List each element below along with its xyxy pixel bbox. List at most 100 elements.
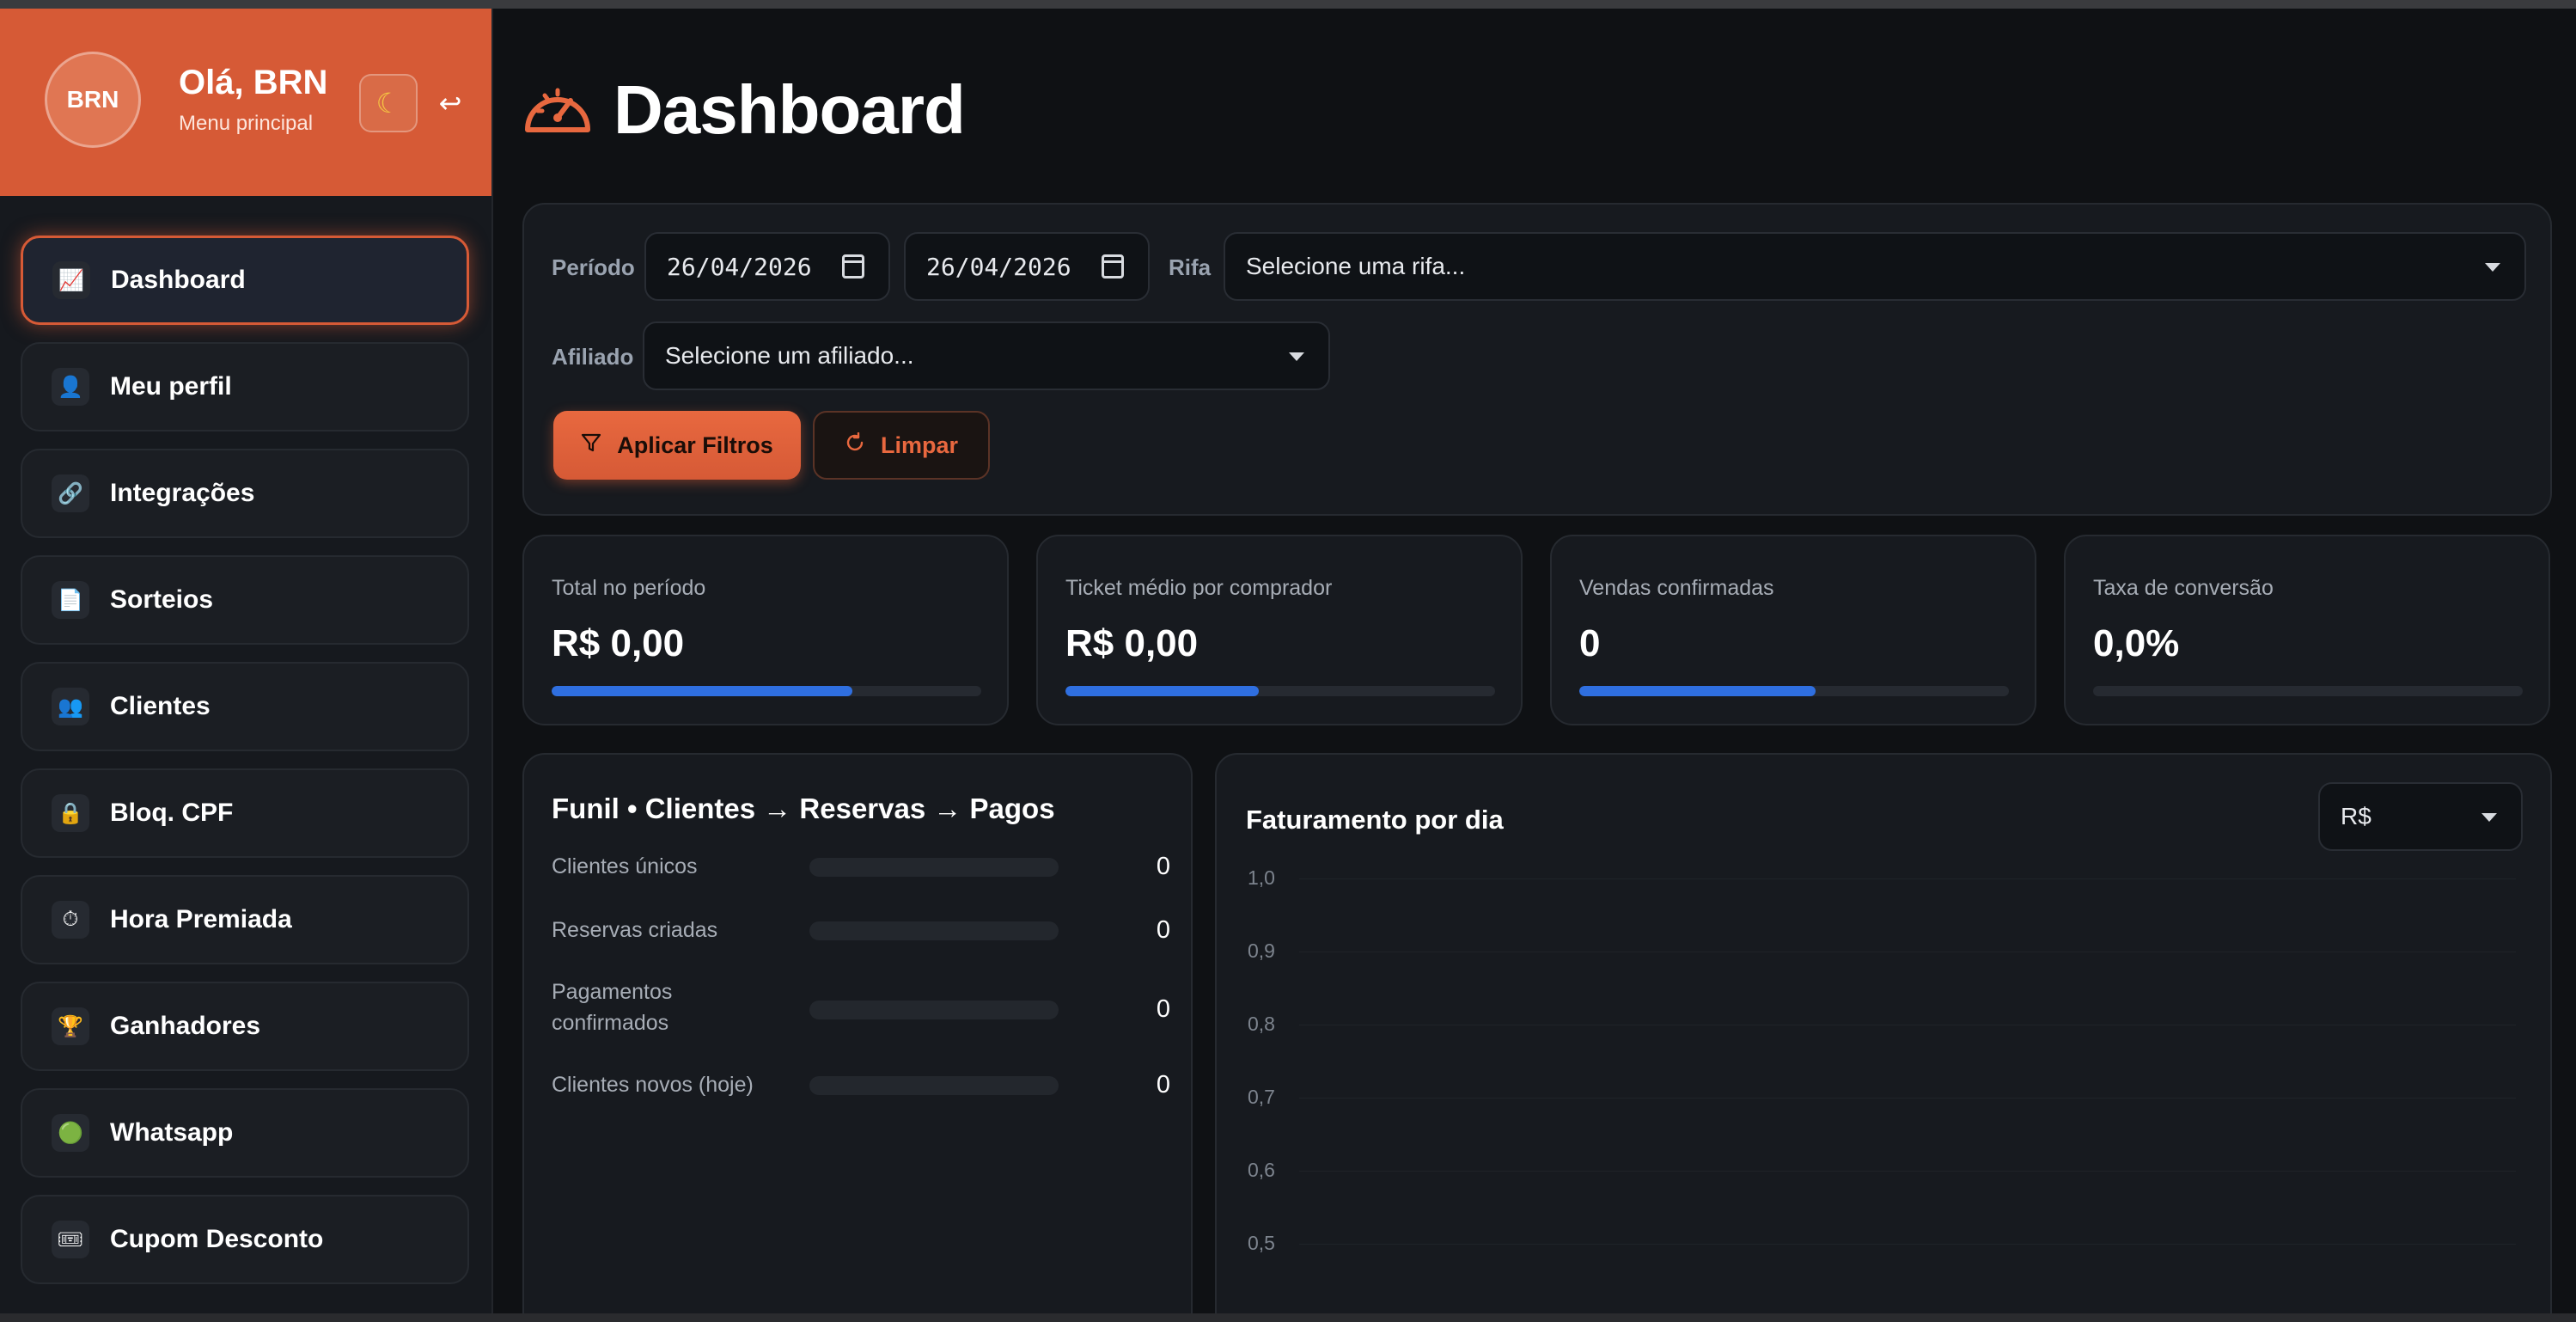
- sidebar-item-label: Meu perfil: [110, 372, 232, 401]
- sidebar-item-label: Dashboard: [111, 266, 246, 294]
- filters-card: Período 26/04/2026 26/04/2026 Rifa Selec…: [522, 203, 2552, 516]
- sidebar-item-label: Ganhadores: [110, 1012, 261, 1040]
- link-icon: 🔗: [52, 474, 89, 512]
- stat-progress-bar: [2093, 686, 2523, 696]
- funnel-row-value: 0: [1156, 853, 1170, 880]
- trophy-icon: 🏆: [52, 1007, 89, 1045]
- sidebar-item-whatsapp[interactable]: 🟢 Whatsapp: [21, 1088, 469, 1178]
- period-label: Período: [552, 254, 635, 280]
- raffle-label: Rifa: [1169, 254, 1212, 280]
- stat-card-ticket: Ticket médio por comprador R$ 0,00: [1036, 535, 1523, 725]
- stat-value: R$ 0,00: [1065, 622, 1199, 664]
- return-arrow-icon: ↩: [438, 88, 462, 119]
- funnel-row-label: Pagamentos confirmados: [552, 980, 673, 1035]
- affiliate-select-placeholder: Selecione um afiliado...: [665, 342, 914, 369]
- date-start-input[interactable]: 26/04/2026: [644, 232, 890, 301]
- funnel-row-label: Clientes novos (hoje): [552, 1073, 754, 1097]
- stat-label: Taxa de conversão: [2093, 576, 2274, 600]
- clear-filters-label: Limpar: [880, 431, 959, 458]
- date-end-input[interactable]: 26/04/2026: [904, 232, 1150, 301]
- raffle-select[interactable]: Selecione uma rifa...: [1224, 232, 2526, 301]
- gridline: [1299, 1098, 2516, 1099]
- stat-progress-bar: [1065, 686, 1495, 696]
- sidebar-item-meu-perfil[interactable]: 👤 Meu perfil: [21, 342, 469, 431]
- funnel-row: Reservas criadas 0: [552, 915, 1170, 946]
- sidebar-item-label: Sorteios: [110, 585, 214, 614]
- chevron-down-icon: [2485, 263, 2500, 272]
- gridline: [1299, 1171, 2516, 1172]
- funnel-row: Pagamentos confirmados 0: [552, 976, 1170, 1042]
- y-tick-label: 0,7: [1248, 1086, 1275, 1108]
- stat-value: 0: [1579, 622, 1601, 664]
- green-circle-icon: 🟢: [52, 1114, 89, 1152]
- sidebar-item-label: Hora Premiada: [110, 905, 292, 933]
- funnel-row: Clientes únicos 0: [552, 851, 1170, 882]
- funnel-card: Funil • Clientes → Reservas → Pagos Clie…: [522, 753, 1193, 1313]
- y-tick-label: 1,0: [1248, 866, 1275, 889]
- theme-toggle-button[interactable]: ☾: [359, 74, 418, 132]
- main-content: Dashboard Período 26/04/2026 26/04/2026 …: [495, 9, 2576, 1313]
- sidebar-item-sorteios[interactable]: 📄 Sorteios: [21, 555, 469, 645]
- funnel-row-bar: [809, 1001, 1059, 1019]
- funnel-row-bar: [809, 921, 1059, 940]
- funnel-icon: [581, 432, 601, 459]
- stat-label: Ticket médio por comprador: [1065, 576, 1333, 600]
- stat-label: Vendas confirmadas: [1579, 576, 1774, 600]
- stat-card-conversion: Taxa de conversão 0,0%: [2064, 535, 2550, 725]
- sidebar-item-dashboard[interactable]: 📈 Dashboard: [21, 236, 469, 325]
- logout-button[interactable]: ↩: [430, 83, 471, 124]
- funnel-row-bar: [809, 1076, 1059, 1095]
- sidebar-item-label: Whatsapp: [110, 1118, 234, 1147]
- speedometer-icon: [522, 80, 593, 141]
- lock-icon: 🔒: [52, 794, 89, 832]
- raffle-select-placeholder: Selecione uma rifa...: [1246, 253, 1466, 279]
- sidebar-item-bloq-cpf[interactable]: 🔒 Bloq. CPF: [21, 768, 469, 858]
- greeting-title: Olá, BRN: [179, 64, 328, 101]
- funnel-row-value: 0: [1156, 916, 1170, 944]
- funnel-title: Funil • Clientes → Reservas → Pagos: [552, 793, 1055, 824]
- stat-value: 0,0%: [2093, 622, 2180, 664]
- currency-select[interactable]: R$: [2318, 782, 2523, 851]
- moon-icon: ☾: [375, 88, 401, 119]
- sidebar-item-hora-premiada[interactable]: ⏱ Hora Premiada: [21, 875, 469, 964]
- funnel-row-bar: [809, 858, 1059, 877]
- currency-select-value: R$: [2341, 803, 2372, 829]
- affiliate-label: Afiliado: [552, 344, 634, 370]
- clear-filters-button[interactable]: Limpar: [813, 411, 990, 480]
- gridline: [1299, 1244, 2516, 1245]
- chevron-down-icon: [2481, 813, 2497, 822]
- users-icon: 👥: [52, 688, 89, 725]
- y-tick-label: 0,8: [1248, 1013, 1275, 1035]
- apply-filters-label: Aplicar Filtros: [617, 431, 773, 458]
- chart-title: Faturamento por dia: [1246, 805, 1504, 835]
- avatar[interactable]: BRN: [45, 52, 141, 148]
- stat-progress-fill: [1065, 686, 1259, 696]
- ticket-icon: 🎟: [52, 1221, 89, 1258]
- stat-card-sales: Vendas confirmadas 0: [1550, 535, 2036, 725]
- date-start-value: 26/04/2026: [667, 252, 812, 281]
- affiliate-select[interactable]: Selecione um afiliado...: [643, 321, 1330, 390]
- calendar-icon[interactable]: [1102, 254, 1124, 278]
- stat-card-total: Total no período R$ 0,00: [522, 535, 1009, 725]
- sidebar-header: BRN Olá, BRN Menu principal ☾ ↩: [0, 9, 491, 196]
- window-bottom-edge: [0, 1313, 2576, 1322]
- chevron-down-icon: [1289, 352, 1304, 361]
- sidebar-item-integra-es[interactable]: 🔗 Integrações: [21, 449, 469, 538]
- sidebar-item-label: Integrações: [110, 479, 255, 507]
- refresh-icon: [845, 431, 865, 459]
- sidebar-item-ganhadores[interactable]: 🏆 Ganhadores: [21, 982, 469, 1071]
- greeting-subtitle: Menu principal: [179, 112, 314, 135]
- sidebar-item-cupom-desconto[interactable]: 🎟 Cupom Desconto: [21, 1195, 469, 1284]
- date-end-value: 26/04/2026: [926, 252, 1071, 281]
- funnel-row-label: Clientes únicos: [552, 854, 698, 878]
- stat-progress-bar: [552, 686, 981, 696]
- document-icon: 📄: [52, 581, 89, 619]
- y-tick-label: 0,6: [1248, 1159, 1275, 1181]
- calendar-icon[interactable]: [842, 254, 864, 278]
- page-header: Dashboard: [522, 70, 966, 150]
- apply-filters-button[interactable]: Aplicar Filtros: [553, 411, 801, 480]
- stat-label: Total no período: [552, 576, 706, 600]
- stat-progress-fill: [552, 686, 852, 696]
- y-tick-label: 0,5: [1248, 1232, 1275, 1254]
- sidebar-item-clientes[interactable]: 👥 Clientes: [21, 662, 469, 751]
